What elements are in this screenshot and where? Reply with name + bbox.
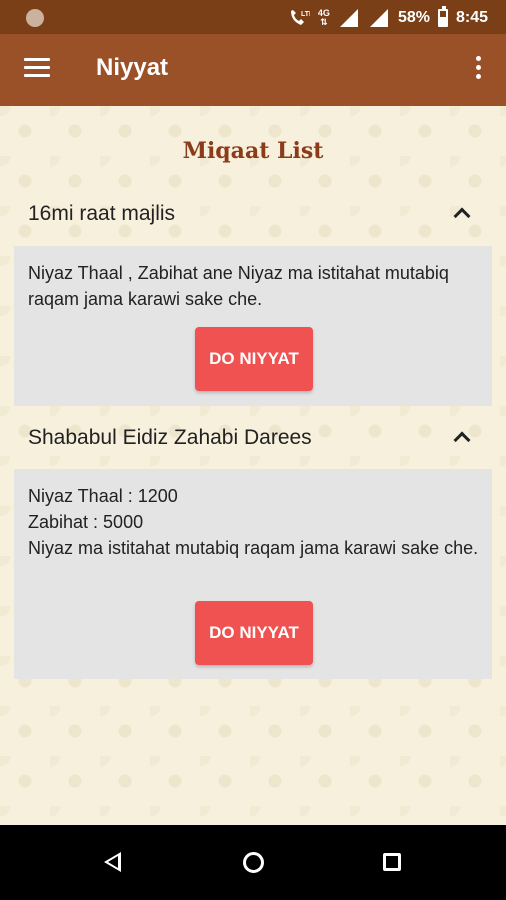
battery-icon — [437, 6, 448, 27]
status-icons: LTE 4G ⇅ 58% 8:45 — [288, 6, 488, 30]
signal-icon — [339, 9, 358, 27]
navigation-bar — [0, 825, 506, 900]
network-type: 4G ⇅ — [317, 8, 330, 27]
miqaat-description: Niyaz Thaal : 1200 Zabihat : 5000 Niyaz … — [28, 486, 479, 558]
miqaat-title: Shababul Eidiz Zahabi Darees — [28, 426, 312, 449]
do-niyyat-button[interactable]: DO NIYYAT — [195, 327, 313, 391]
chevron-up-icon[interactable] — [453, 207, 471, 225]
chevron-up-icon[interactable] — [453, 431, 471, 449]
status-bar: LTE 4G ⇅ 58% 8:45 — [0, 0, 506, 34]
miqaat-description: Niyaz Thaal , Zabihat ane Niyaz ma istit… — [28, 263, 449, 309]
menu-icon[interactable] — [24, 58, 50, 78]
app-title: Niyyat — [96, 54, 169, 81]
page-heading: Miqaat List — [182, 138, 324, 164]
miqaat-header[interactable]: 16mi raat majlis — [14, 194, 492, 234]
miqaat-header[interactable]: Shababul Eidiz Zahabi Darees — [14, 418, 492, 458]
recents-icon[interactable] — [383, 853, 401, 871]
do-niyyat-button[interactable]: DO NIYYAT — [195, 601, 313, 665]
volte-icon: LTE — [290, 10, 310, 25]
back-icon[interactable] — [104, 852, 121, 872]
signal-icon — [369, 9, 388, 27]
main-content: Miqaat List 16mi raat majlis Niyaz Thaal… — [0, 106, 506, 825]
miqaat-card: Niyaz Thaal , Zabihat ane Niyaz ma istit… — [14, 246, 492, 406]
clock: 8:45 — [455, 9, 488, 26]
miqaat-title: 16mi raat majlis — [28, 202, 176, 225]
home-icon[interactable] — [243, 852, 264, 873]
svg-text:LTE: LTE — [301, 11, 310, 18]
miqaat-card: Niyaz Thaal : 1200 Zabihat : 5000 Niyaz … — [14, 469, 492, 679]
battery-percent: 58% — [397, 9, 430, 26]
overflow-menu-icon[interactable] — [474, 56, 482, 82]
notification-dot-icon — [26, 9, 44, 27]
app-bar: Niyyat — [0, 34, 506, 106]
